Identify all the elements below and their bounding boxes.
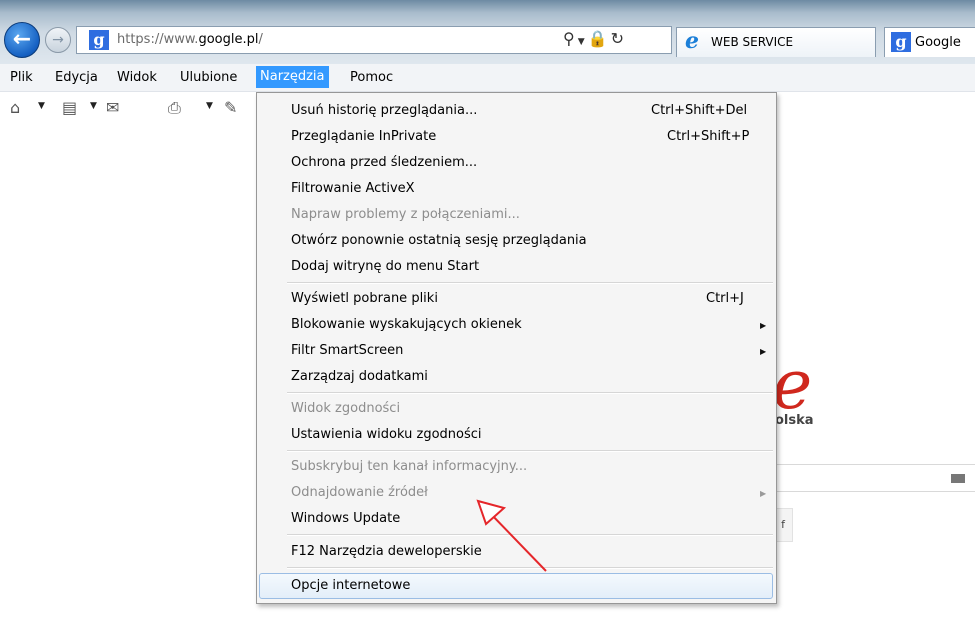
menu-item-delete-history[interactable]: Usuń historię przeglądania... xyxy=(291,103,477,118)
menu-item-popup-blocker[interactable]: Blokowanie wyskakujących okienek xyxy=(291,317,522,332)
url-domain: google.pl xyxy=(198,32,259,47)
dropdown-arrow-icon[interactable]: ▼ xyxy=(578,37,588,47)
submenu-arrow-icon: ▶ xyxy=(760,489,767,498)
shortcut-inprivate: Ctrl+Shift+P xyxy=(667,129,750,144)
menu-item-inprivate[interactable]: Przeglądanie InPrivate xyxy=(291,129,436,144)
menu-widok[interactable]: Widok xyxy=(117,70,157,85)
menu-separator xyxy=(287,450,773,452)
print-icon[interactable]: ⎙ xyxy=(168,98,181,118)
submenu-arrow-icon: ▶ xyxy=(760,321,767,330)
print-dropdown-icon[interactable]: ▼ xyxy=(206,101,213,111)
address-bar[interactable]: g https://www.google.pl/ ⚲▼🔒↻ xyxy=(76,26,672,54)
tab-web-service[interactable]: e WEB SERVICE xyxy=(676,27,876,57)
url-suffix: / xyxy=(258,32,263,47)
lock-icon[interactable]: 🔒 xyxy=(588,29,611,48)
menu-item-add-to-start[interactable]: Dodaj witrynę do menu Start xyxy=(291,259,479,274)
menu-item-compat-settings[interactable]: Ustawienia widoku zgodności xyxy=(291,427,482,442)
tab-google[interactable]: g Google xyxy=(884,27,975,57)
home-icon[interactable]: ⌂ xyxy=(10,98,20,117)
page-icon[interactable]: ✎ xyxy=(224,98,237,117)
home-dropdown-icon[interactable]: ▼ xyxy=(38,101,45,111)
menu-edycja[interactable]: Edycja xyxy=(55,70,98,85)
browser-top-bar: ← → g https://www.google.pl/ ⚲▼🔒↻ e WEB … xyxy=(0,0,975,64)
back-button[interactable]: ← xyxy=(4,22,40,58)
menu-item-subscribe-feed: Subskrybuj ten kanał informacyjny... xyxy=(291,459,528,474)
tab-label: Google xyxy=(915,35,961,50)
menu-item-internet-options[interactable]: Opcje internetowe xyxy=(291,578,410,593)
forward-button[interactable]: → xyxy=(45,27,71,53)
menu-item-reopen-session[interactable]: Otwórz ponownie ostatnią sesję przegląda… xyxy=(291,233,587,248)
menu-item-fix-connection: Napraw problemy z połączeniami... xyxy=(291,207,520,222)
menu-bar: Plik Edycja Widok Ulubione Narzędzia Pom… xyxy=(0,64,975,92)
annotation-arrow-icon xyxy=(476,499,547,572)
menu-separator xyxy=(287,282,773,284)
google-favicon-icon: g xyxy=(891,32,911,52)
search-icon[interactable]: ⚲ xyxy=(563,29,578,48)
url-text[interactable]: https://www.google.pl/ xyxy=(117,32,263,47)
menu-separator xyxy=(287,392,773,394)
tab-label: WEB SERVICE xyxy=(711,35,794,49)
google-favicon-icon: g xyxy=(89,30,109,50)
menu-item-smartscreen[interactable]: Filtr SmartScreen xyxy=(291,343,403,358)
menu-item-windows-update[interactable]: Windows Update xyxy=(291,511,400,526)
menu-narzedzia[interactable]: Narzędzia xyxy=(256,66,329,88)
submenu-arrow-icon: ▶ xyxy=(760,347,767,356)
rss-feed-icon[interactable]: ▤ xyxy=(62,98,77,117)
address-actions: ⚲▼🔒↻ xyxy=(563,29,627,48)
forward-arrow-icon: → xyxy=(52,32,64,48)
keyboard-icon[interactable] xyxy=(951,474,965,483)
ie-favicon-icon: e xyxy=(685,28,699,54)
refresh-icon[interactable]: ↻ xyxy=(611,29,627,48)
menu-plik[interactable]: Plik xyxy=(10,70,33,85)
menu-item-view-downloads[interactable]: Wyświetl pobrane pliki xyxy=(291,291,438,306)
menu-pomoc[interactable]: Pomoc xyxy=(350,70,393,85)
menu-item-feed-discovery: Odnajdowanie źródeł xyxy=(291,485,428,500)
search-input[interactable] xyxy=(773,464,975,492)
mail-icon[interactable]: ✉ xyxy=(106,98,119,117)
shortcut-delete-history: Ctrl+Shift+Del xyxy=(651,103,748,118)
menu-item-compat-view: Widok zgodności xyxy=(291,401,401,416)
menu-item-manage-addons[interactable]: Zarządzaj dodatkami xyxy=(291,369,428,384)
url-prefix: https://www. xyxy=(117,32,199,47)
menu-item-activex-filtering[interactable]: Filtrowanie ActiveX xyxy=(291,181,415,196)
back-arrow-icon: ← xyxy=(12,27,32,52)
shortcut-view-downloads: Ctrl+J xyxy=(706,291,744,306)
menu-item-f12-devtools[interactable]: F12 Narzędzia deweloperskie xyxy=(291,544,482,559)
feed-dropdown-icon[interactable]: ▼ xyxy=(90,101,97,111)
logo-subtitle: olska xyxy=(775,413,814,428)
command-bar: ⌂ ▼ ▤ ▼ ✉ ⎙ ▼ ✎ xyxy=(0,92,260,122)
ie-logo-icon: e xyxy=(772,346,813,425)
menu-item-tracking-protection[interactable]: Ochrona przed śledzeniem... xyxy=(291,155,477,170)
menu-ulubione[interactable]: Ulubione xyxy=(180,70,237,85)
